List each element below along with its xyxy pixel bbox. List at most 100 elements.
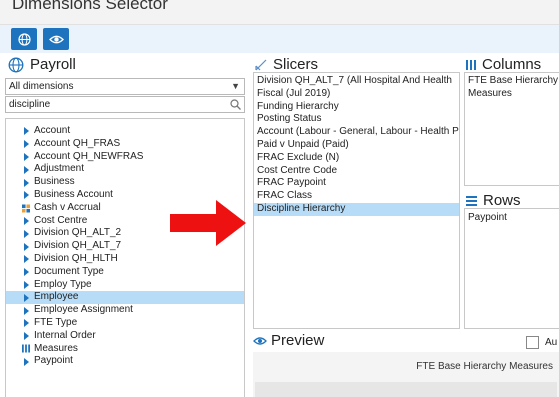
tree-item-label: Account QH_FRAS <box>34 137 121 149</box>
tree-item-label: Business Account <box>34 188 113 200</box>
slicer-item[interactable]: Paid v Unpaid (Paid) <box>254 139 459 152</box>
dimension-search-input[interactable]: discipline <box>5 96 245 113</box>
tree-item[interactable]: Employee <box>6 291 244 305</box>
tree-item[interactable]: Document Type <box>6 266 244 279</box>
slicer-item[interactable]: FRAC Exclude (N) <box>254 152 459 165</box>
slicer-item[interactable]: Funding Hierarchy <box>254 101 459 114</box>
slicer-item[interactable]: Cost Centre Code <box>254 165 459 178</box>
tree-item-label: Cash v Accrual <box>34 201 101 213</box>
row-item[interactable]: Paypoint <box>465 212 559 225</box>
expand-triangle-icon <box>22 357 30 366</box>
expand-triangle-icon <box>22 178 30 187</box>
expand-triangle-icon <box>22 255 30 264</box>
tree-item-label: Internal Order <box>34 329 96 341</box>
search-icon[interactable] <box>230 99 241 110</box>
title-bar: Dimensions Selector <box>0 0 559 25</box>
columns-header: Columns <box>466 56 541 73</box>
expand-triangle-icon <box>22 332 30 341</box>
toolbar <box>0 25 559 53</box>
red-arrow-icon <box>170 200 246 246</box>
tree-item-label: Adjustment <box>34 163 85 175</box>
preview-grid <box>255 382 557 397</box>
columns-icon <box>466 59 476 70</box>
slicer-icon <box>255 59 267 70</box>
tree-item[interactable]: Account QH_NEWFRAS <box>6 151 244 164</box>
globe-icon <box>8 57 24 72</box>
tree-item[interactable]: FTE Type <box>6 317 244 330</box>
tree-item-label: Account <box>34 125 71 136</box>
tree-item-label: Division QH_HLTH <box>34 252 118 264</box>
tree-item-label: Division QH_ALT_7 <box>34 240 122 252</box>
tree-item-label: Business <box>34 176 75 188</box>
dimension-tree: Account Account QH_FRAS Account QH_NEWFRAS… <box>5 118 245 397</box>
payroll-header: Payroll <box>8 56 76 73</box>
slicers-header: Slicers <box>255 56 318 73</box>
column-item[interactable]: Measures <box>465 88 559 101</box>
tree-item[interactable]: Division QH_HLTH <box>6 253 244 266</box>
preview-column-fields: FTE Base Hierarchy Measures <box>416 361 553 372</box>
dimension-filter-value: All dimensions <box>9 81 74 92</box>
measures-icon <box>22 344 30 353</box>
eye-icon <box>253 336 267 345</box>
tree-item[interactable]: Business <box>6 176 244 189</box>
expand-triangle-icon <box>22 293 30 302</box>
tree-item[interactable]: Paypoint <box>6 355 244 368</box>
column-item[interactable]: FTE Base Hierarchy <box>465 75 559 88</box>
expand-triangle-icon <box>22 165 30 174</box>
dimension-filter-select[interactable]: All dimensions ▼ <box>5 78 245 95</box>
tree-item-label: Employ Type <box>34 278 92 290</box>
tree-item-label: Division QH_ALT_2 <box>34 227 122 239</box>
tree-item[interactable]: Employee Assignment <box>6 304 244 317</box>
slicer-item[interactable]: Account (Labour - General, Labour - Heal… <box>254 126 459 139</box>
tree-item-label: Account QH_NEWFRAS <box>34 150 144 162</box>
slicers-title: Slicers <box>273 56 319 73</box>
rows-title: Rows <box>483 192 521 209</box>
eye-icon <box>48 35 64 43</box>
rows-icon <box>466 195 477 206</box>
slicer-item[interactable]: Discipline Hierarchy <box>254 202 459 216</box>
slicer-item[interactable]: FRAC Class <box>254 190 459 203</box>
expand-triangle-icon <box>22 216 30 225</box>
tree-item[interactable]: Employ Type <box>6 279 244 292</box>
expand-triangle-icon <box>22 242 30 251</box>
tree-item-label: Paypoint <box>34 355 73 367</box>
slicer-item[interactable]: Posting Status <box>254 113 459 126</box>
payroll-title: Payroll <box>30 56 76 73</box>
rows-panel[interactable]: Paypoint <box>464 208 559 329</box>
window-title: Dimensions Selector <box>12 0 168 13</box>
eye-button[interactable] <box>43 28 69 50</box>
globe-button[interactable] <box>11 28 37 50</box>
tree-item[interactable]: Account <box>6 125 244 138</box>
expand-triangle-icon <box>22 191 30 200</box>
slicer-item[interactable]: FRAC Paypoint <box>254 177 459 190</box>
preview-header: Preview <box>253 332 324 349</box>
tree-item[interactable]: Adjustment <box>6 163 244 176</box>
auto-refresh-checkbox[interactable]: Au <box>526 336 557 349</box>
expand-triangle-icon <box>22 280 30 289</box>
expand-triangle-icon <box>22 152 30 161</box>
search-value: discipline <box>9 99 51 110</box>
preview-area: FTE Base Hierarchy Measures <box>253 352 559 397</box>
grid-icon <box>22 204 30 213</box>
globe-icon <box>17 32 31 46</box>
tree-item[interactable]: Internal Order <box>6 330 244 343</box>
tree-item-label: Cost Centre <box>34 214 88 226</box>
tree-item-label: Measures <box>34 342 78 354</box>
tree-item-label: FTE Type <box>34 316 78 328</box>
tree-item-label: Employee <box>34 291 79 303</box>
preview-title: Preview <box>271 332 325 349</box>
slicer-item[interactable]: Division QH_ALT_7 (All Hospital And Heal… <box>254 75 459 88</box>
expand-triangle-icon <box>22 229 30 238</box>
expand-triangle-icon <box>22 268 30 277</box>
columns-title: Columns <box>482 56 542 73</box>
auto-refresh-label: Au <box>545 337 558 348</box>
chevron-down-icon: ▼ <box>231 81 240 91</box>
tree-item[interactable]: Measures <box>6 343 244 356</box>
slicers-panel[interactable]: Division QH_ALT_7 (All Hospital And Heal… <box>253 72 460 329</box>
checkbox-box[interactable] <box>526 336 539 349</box>
expand-triangle-icon <box>22 319 30 328</box>
columns-panel[interactable]: FTE Base Hierarchy Measures <box>464 72 559 186</box>
slicer-item[interactable]: Fiscal (Jul 2019) <box>254 88 459 101</box>
tree-item[interactable]: Account QH_FRAS <box>6 138 244 151</box>
rows-header: Rows <box>466 192 521 209</box>
